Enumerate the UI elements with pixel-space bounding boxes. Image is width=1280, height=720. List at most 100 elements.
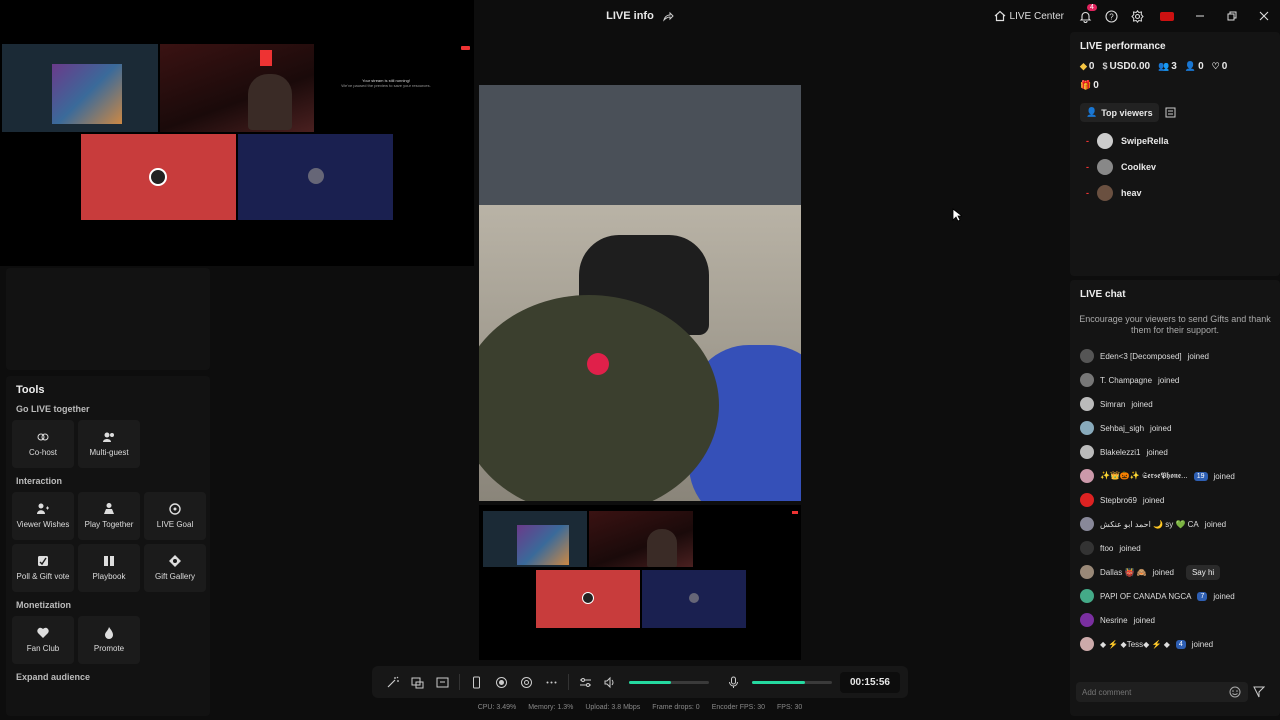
avatar	[1080, 445, 1094, 459]
minimize-icon	[1195, 11, 1205, 21]
chat-message: Nesrine joined	[1080, 608, 1280, 632]
avatar	[1080, 349, 1094, 363]
joined-text: joined	[1213, 591, 1235, 601]
chat-message: ✨👑🎃✨ 𝕾𝖊𝖗𝖘𝖊𝕻𝖍𝖔𝖓𝖊... 19 joined	[1080, 464, 1280, 488]
portrait-button[interactable]	[464, 666, 489, 698]
notifications-button[interactable]: 4	[1072, 0, 1098, 32]
user-icon: 👤	[1086, 107, 1098, 117]
gear-icon	[1130, 9, 1144, 23]
speaker-button[interactable]	[598, 666, 623, 698]
tool-live-goal[interactable]: LIVE Goal	[144, 492, 206, 540]
chat-message: Dallas 👹 🙈 joined Say hi	[1080, 560, 1280, 584]
tool-poll-gift-vote[interactable]: Poll & Gift vote	[12, 544, 74, 592]
tool-label: Gift Gallery	[154, 572, 195, 581]
share-icon[interactable]	[662, 10, 674, 22]
live-info-title[interactable]: LIVE info	[606, 10, 654, 22]
tool-fan-club[interactable]: Fan Club	[12, 616, 74, 664]
chat-messages: Eden<3 [Decomposed] joined T. Champagne joi…	[1070, 344, 1280, 656]
tool-label: Viewer Wishes	[16, 520, 70, 529]
camera-button[interactable]	[514, 666, 539, 698]
guest-tile-blue	[238, 134, 393, 220]
stat-fps: FPS: 30	[777, 704, 803, 711]
tool-promote[interactable]: Promote	[78, 616, 140, 664]
gifts-count: 0	[1093, 80, 1099, 91]
comment-input[interactable]	[1076, 682, 1248, 702]
avatar	[1080, 589, 1094, 603]
profile-avatar-icon	[1160, 11, 1174, 21]
send-button[interactable]	[1253, 686, 1265, 698]
record-button[interactable]	[489, 666, 514, 698]
top-viewers-tab[interactable]: 👤 Top viewers	[1080, 103, 1159, 122]
profile-button[interactable]	[1150, 0, 1184, 32]
speaker-icon	[604, 676, 617, 689]
viewer-row[interactable]: - SwipeRella	[1086, 128, 1280, 154]
flame-icon	[102, 626, 116, 640]
heart-icon: ♡	[1211, 61, 1220, 71]
tool-gift-gallery[interactable]: Gift Gallery	[144, 544, 206, 592]
volume-slider[interactable]	[629, 680, 709, 684]
preview-monitor: Your stream is still running! We've paus…	[0, 0, 474, 266]
sliders-icon	[579, 676, 592, 689]
avatar	[1080, 565, 1094, 579]
guest-tile-red	[81, 134, 236, 220]
likes-stat: ♡ 0	[1212, 61, 1228, 72]
adjust-button[interactable]	[573, 666, 598, 698]
diamond-count: 0	[1088, 61, 1095, 72]
emoji-button[interactable]	[1229, 686, 1241, 698]
mic-slider[interactable]	[752, 680, 832, 684]
cap-button	[587, 353, 609, 375]
list-tab[interactable]	[1165, 107, 1176, 118]
level-badge: 19	[1193, 471, 1208, 481]
tool-playbook[interactable]: Playbook	[78, 544, 140, 592]
viewer-row[interactable]: - heav	[1086, 180, 1280, 206]
chat-username: Nesrine	[1100, 615, 1128, 625]
say-hi-button[interactable]: Say hi	[1185, 564, 1221, 580]
tool-label: Play Together	[84, 520, 134, 529]
chat-message: ◆ ⚡ ◆Tess◆ ⚡ ◆ 4 joined	[1080, 632, 1280, 656]
mic-button[interactable]	[721, 666, 746, 698]
stream-controls-bar: 00:15:56	[372, 666, 908, 698]
effects-button[interactable]	[380, 666, 405, 698]
more-button[interactable]	[539, 666, 564, 698]
avatar	[1080, 469, 1094, 483]
minimize-button[interactable]	[1184, 0, 1216, 32]
tool-label: LIVE Goal	[156, 520, 194, 529]
viewer-row[interactable]: - Coolkev	[1086, 154, 1280, 180]
followers-count: 0	[1198, 61, 1204, 72]
close-button[interactable]	[1248, 0, 1280, 32]
level-badge: 7	[1197, 591, 1208, 601]
live-video-preview	[479, 85, 801, 501]
joined-text: joined	[1158, 375, 1180, 385]
tool-multi-guest[interactable]: Multi-guest	[78, 420, 140, 468]
viewers-icon: 👥	[1158, 61, 1170, 71]
chat-message: Eden<3 [Decomposed] joined	[1080, 344, 1280, 368]
viewers-count: 3	[1171, 61, 1177, 72]
joined-text: joined	[1204, 519, 1227, 529]
stat-upload: Upload: 3.8 Mbps	[585, 704, 641, 711]
top-viewers-list: - SwipeRella - Coolkev - heav	[1070, 128, 1280, 206]
help-button[interactable]: ?	[1098, 0, 1124, 32]
tool-viewer-wishes[interactable]: Viewer Wishes	[12, 492, 74, 540]
layout-button[interactable]	[405, 666, 430, 698]
target-icon	[168, 502, 182, 516]
notification-badge: 4	[1087, 4, 1097, 11]
wishes-icon	[36, 502, 50, 516]
scene-button[interactable]	[430, 666, 455, 698]
stat-memory: Memory: 1.3%	[528, 704, 574, 711]
gifts-stat: 🎁 0	[1080, 80, 1099, 91]
chat-username: Sehbaj_sigh	[1100, 423, 1145, 433]
dollar-icon: $	[1102, 61, 1108, 71]
likes-count: 0	[1221, 61, 1228, 72]
maximize-button[interactable]	[1216, 0, 1248, 32]
tool-co-host[interactable]: Co-host	[12, 420, 74, 468]
avatar	[1080, 613, 1094, 627]
joined-text: joined	[1191, 639, 1214, 649]
live-center-button[interactable]: LIVE Center	[986, 0, 1072, 32]
section-expand-audience: Expand audience	[16, 672, 91, 682]
chat-message: احمد ابو عنكش 🌙 sy 💚 CA joined	[1080, 512, 1280, 536]
followers-stat: 👤 0	[1185, 61, 1204, 72]
record-icon	[495, 676, 508, 689]
settings-button[interactable]	[1124, 0, 1150, 32]
document-icon	[1165, 107, 1176, 118]
tool-play-together[interactable]: Play Together	[78, 492, 140, 540]
